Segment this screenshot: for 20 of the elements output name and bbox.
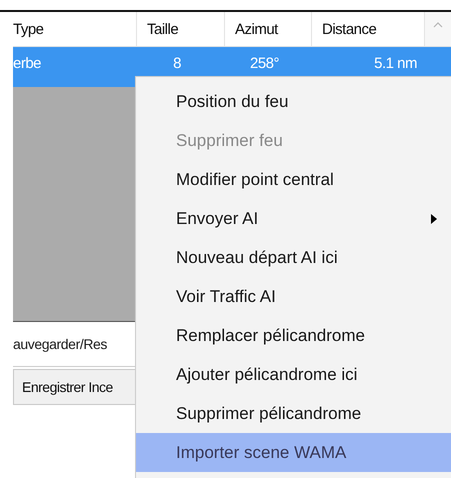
menu-item[interactable]: Modifier point central: [136, 160, 451, 199]
chevron-up-icon: [433, 22, 443, 28]
column-header[interactable]: Type: [13, 12, 137, 46]
submenu-arrow-icon: [431, 214, 437, 224]
table-cell-text: erbe: [13, 54, 42, 74]
menu-item[interactable]: Remplacer pélicandrome: [136, 316, 451, 355]
table-cell-text: 258°: [248, 54, 280, 74]
column-header[interactable]: Taille: [137, 12, 225, 46]
menu-item[interactable]: Voir Traffic AI: [136, 277, 451, 316]
table-cell-text: 5.1 nm: [373, 54, 418, 74]
column-header[interactable]: Azimut: [225, 12, 312, 46]
section-label: auvegarder/Res: [13, 336, 108, 352]
table-cell-text: 8: [172, 54, 182, 74]
save-button[interactable]: Enregistrer Ince: [13, 369, 136, 405]
menu-item[interactable]: Ajouter pélicandrome ici: [136, 355, 451, 394]
menu-item[interactable]: Supprimer pélicandrome: [136, 394, 451, 433]
menu-item[interactable]: Nouveau départ AI ici: [136, 238, 451, 277]
scroll-up-button[interactable]: [425, 12, 451, 46]
menu-item[interactable]: Envoyer AI: [136, 199, 451, 238]
menu-item[interactable]: Importer scene WAMA: [136, 433, 451, 472]
